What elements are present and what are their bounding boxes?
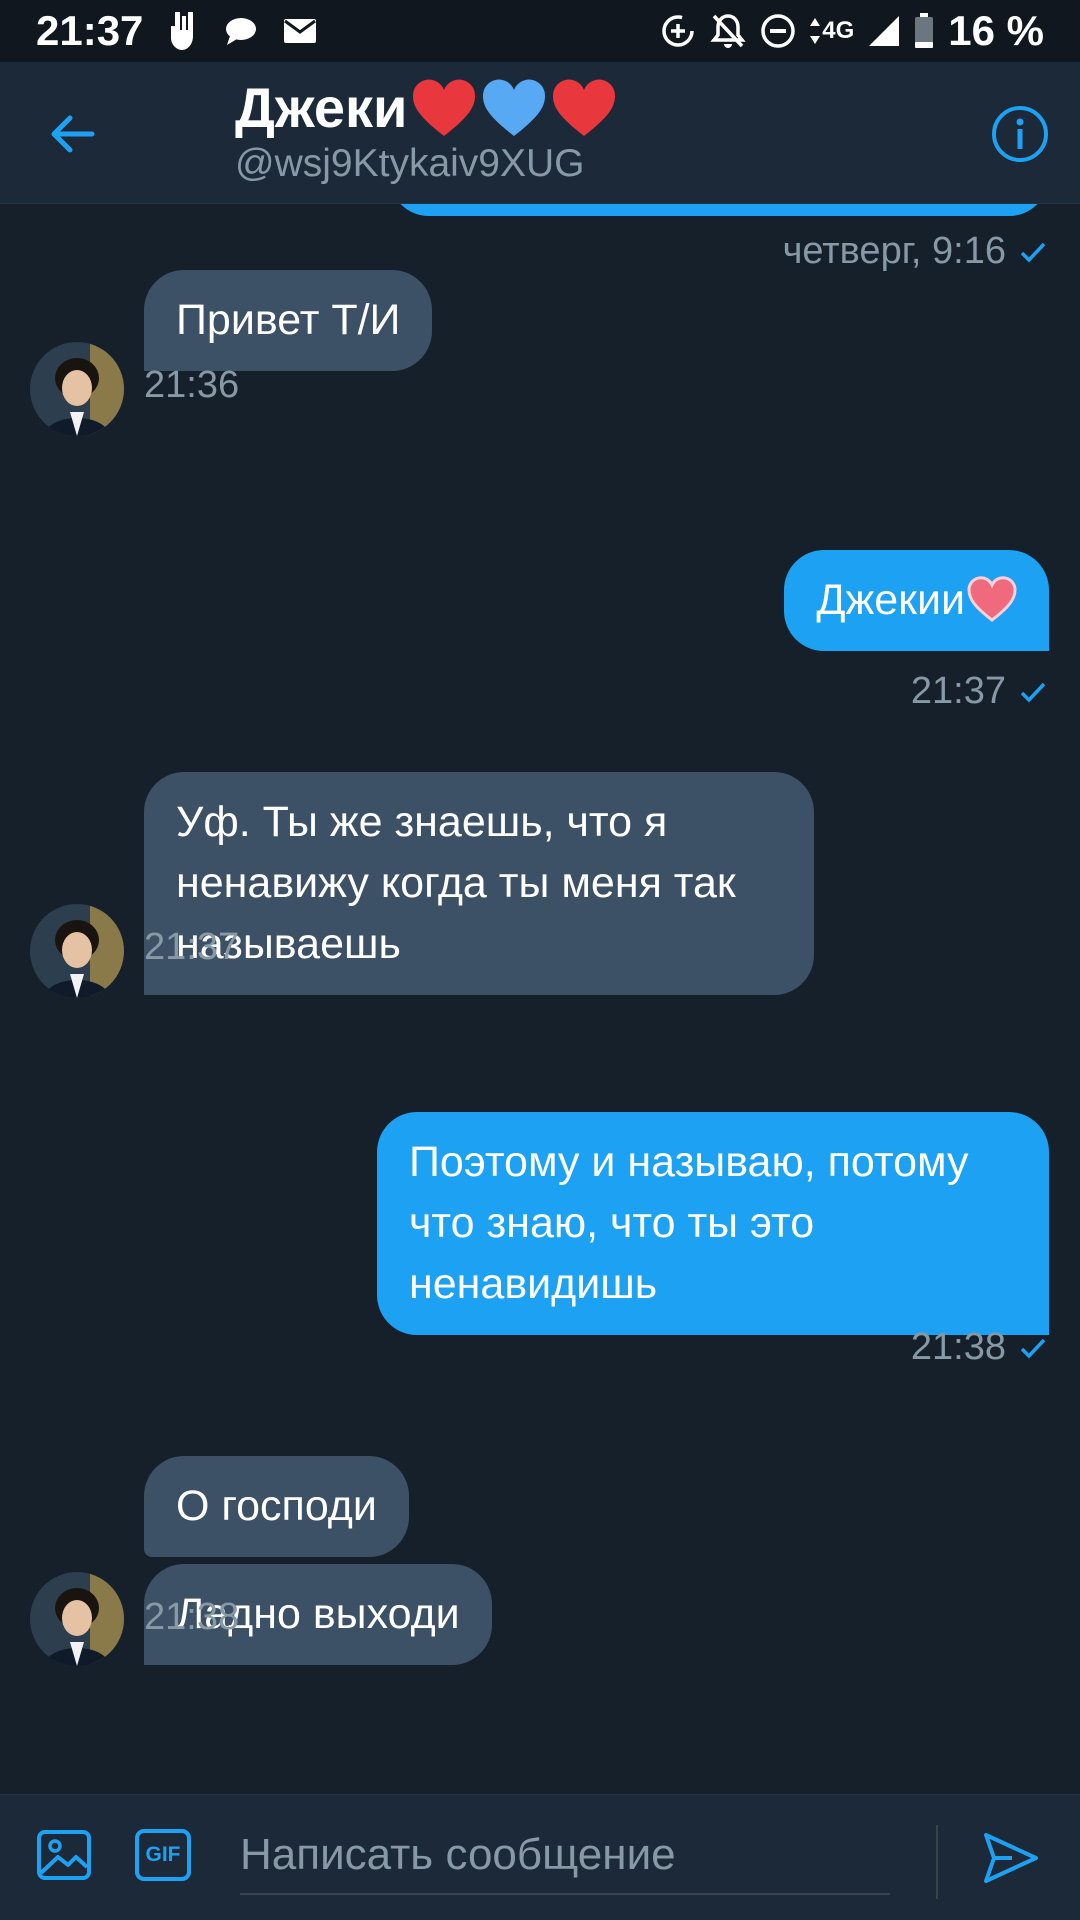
- network-type: 4G: [810, 17, 854, 45]
- send-button[interactable]: [982, 1829, 1040, 1887]
- battery-icon: [914, 13, 934, 49]
- message-timestamp: 21:36: [144, 364, 240, 406]
- arrow-left-icon: [51, 115, 95, 153]
- status-time: 21:37: [36, 7, 144, 54]
- add-gif-button[interactable]: GIF: [134, 1827, 194, 1887]
- outgoing-message[interactable]: Поэтому и называю, потому что знаю, что …: [377, 1112, 1049, 1335]
- rock-hand-icon: [169, 10, 199, 52]
- message-timestamp: четверг, 9:16: [783, 230, 1046, 273]
- conversation-header: Джеки @wsj9Ktykaiv9XUG: [0, 62, 1080, 204]
- contact-name-row: Джеки: [235, 76, 617, 140]
- red-heart-icon: [413, 79, 476, 137]
- info-icon: [992, 106, 1048, 162]
- incoming-message[interactable]: Привет Т/И: [144, 270, 433, 371]
- notifications-off-icon: [710, 12, 746, 50]
- pink-heart-emoji-icon: [967, 576, 1017, 622]
- status-bar: 21:37 4G 16 %: [0, 0, 1080, 62]
- outgoing-message[interactable]: Джекии: [784, 550, 1049, 651]
- contact-info[interactable]: Джеки @wsj9Ktykaiv9XUG: [235, 76, 617, 186]
- signal-icon: [868, 15, 900, 47]
- incoming-message[interactable]: О господи: [144, 1456, 409, 1557]
- data-saver-icon: [660, 13, 696, 49]
- do-not-disturb-icon: [760, 13, 796, 49]
- avatar[interactable]: [30, 342, 124, 436]
- contact-name-hearts: [411, 78, 617, 138]
- battery-level: 16 %: [948, 7, 1044, 54]
- contact-name: Джеки: [235, 76, 408, 139]
- sent-check-icon: [1020, 242, 1046, 263]
- avatar[interactable]: [30, 904, 124, 998]
- blue-heart-icon: [483, 79, 546, 137]
- red-heart-icon: [553, 79, 616, 137]
- message-timestamp: 21:37: [144, 926, 240, 968]
- chat-bubble-icon: [225, 16, 257, 46]
- send-icon: [984, 1833, 1038, 1883]
- message-timestamp: 21:38: [911, 1326, 1046, 1369]
- sent-check-icon: [1020, 1338, 1046, 1359]
- message-list[interactable]: четверг, 9:16 Привет Т/И 21:36 Джекии 21…: [0, 204, 1080, 1794]
- message-timestamp: 21:38: [144, 1596, 240, 1638]
- add-photo-button[interactable]: [36, 1827, 96, 1887]
- gif-label: GIF: [145, 1843, 181, 1866]
- message-composer: GIF Написать сообщение: [0, 1794, 1080, 1920]
- message-timestamp: 21:37: [911, 670, 1046, 713]
- previous-message-bubble[interactable]: [389, 204, 1049, 216]
- conversation-info-button[interactable]: [990, 104, 1050, 164]
- mail-icon: [283, 18, 317, 44]
- back-button[interactable]: [44, 106, 100, 162]
- avatar[interactable]: [30, 1572, 124, 1666]
- sent-check-icon: [1020, 682, 1046, 703]
- incoming-message[interactable]: Уф. Ты же знаешь, что я ненавижу когда т…: [144, 772, 814, 995]
- contact-handle: @wsj9Ktykaiv9XUG: [235, 142, 585, 186]
- image-icon: [37, 1830, 91, 1880]
- message-input[interactable]: Написать сообщение: [240, 1815, 890, 1895]
- composer-divider: [936, 1825, 938, 1899]
